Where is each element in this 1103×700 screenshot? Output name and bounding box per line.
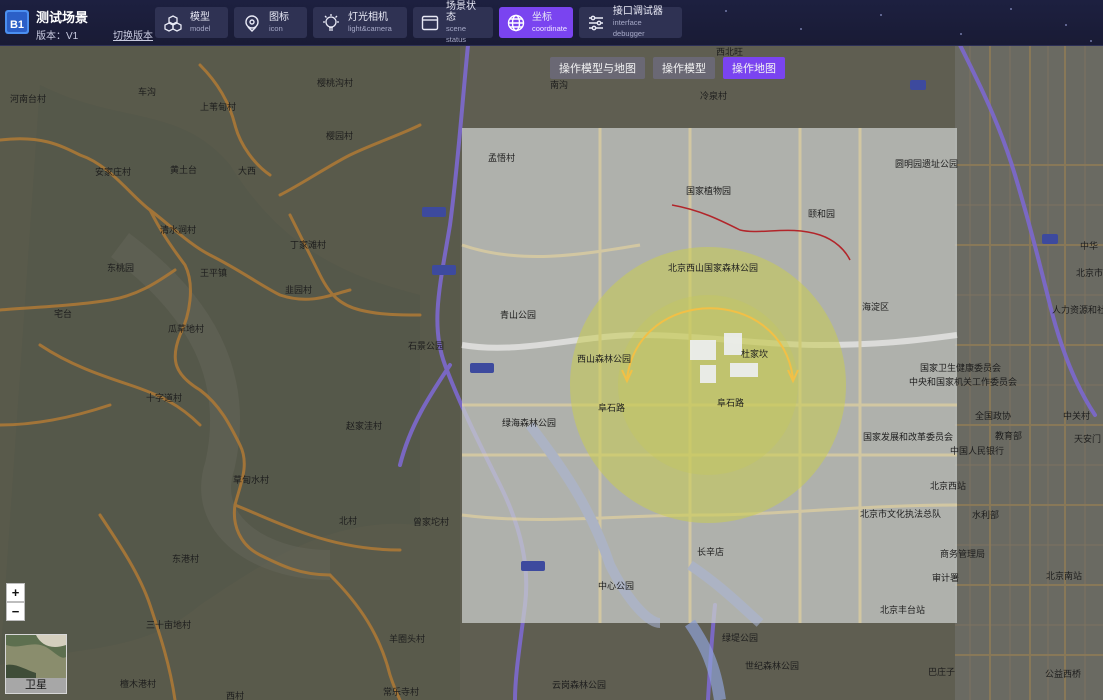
map-label: 西山森林公园 xyxy=(577,354,632,364)
scene-title: 测试场景 xyxy=(36,10,89,25)
tab-interface-debugger[interactable]: 接口调试器 interface debugger xyxy=(579,6,682,38)
window-icon xyxy=(421,13,439,33)
map-label: 北京市文化执法总队 xyxy=(860,509,942,519)
map-label: 中央和国家机关工作委员会 xyxy=(909,377,1018,387)
map-label: 海淀区 xyxy=(862,302,890,312)
map-label: 审计署 xyxy=(932,573,960,583)
map-label: 国家卫生健康委员会 xyxy=(920,363,1002,373)
map-label: 常乐寺村 xyxy=(383,687,420,697)
light-bulb-icon xyxy=(321,13,341,33)
operate-model-and-map-button[interactable]: 操作模型与地图 xyxy=(550,57,645,79)
map-label: 商务管理局 xyxy=(940,549,986,559)
map-canvas[interactable]: 河南台村 樱桃沟村 车沟 上苇甸村 樱园村 黄土台 大西 安家庄村 清水涧村 丁… xyxy=(0,45,1103,700)
satellite-layer-label: 卫星 xyxy=(6,678,66,693)
globe-icon xyxy=(507,13,525,33)
map-label: 绿海森林公园 xyxy=(502,418,557,428)
map-label: 北京西山国家森林公园 xyxy=(668,263,759,273)
map-label: 西村 xyxy=(226,691,245,700)
map-label: 云岗森林公园 xyxy=(552,680,607,690)
map-label: 教育部 xyxy=(995,431,1023,441)
map-label: 世纪森林公园 xyxy=(745,661,800,671)
map-label: 樱桃沟村 xyxy=(317,78,354,88)
map-label: 樱园村 xyxy=(326,131,354,141)
map-label: 东桃园 xyxy=(107,263,135,273)
tab-scene-status[interactable]: 场景状态 scene status xyxy=(413,1,493,44)
map-label: 瓜草地村 xyxy=(168,324,205,334)
map-label: 颐和园 xyxy=(808,209,836,219)
map-label: 北京西站 xyxy=(930,481,967,491)
satellite-thumbnail xyxy=(6,635,66,680)
tab-icon[interactable]: 图标 icon xyxy=(234,7,307,38)
cubes-icon xyxy=(163,13,183,33)
map-label: 全国政协 xyxy=(975,411,1012,421)
sliders-icon xyxy=(587,13,606,33)
map-label: 曾家坨村 xyxy=(413,517,450,527)
map-label: 石景公园 xyxy=(408,341,445,351)
map-label: 中国人民银行 xyxy=(950,446,1005,456)
zoom-control: + − xyxy=(6,583,25,621)
map-label: 上苇甸村 xyxy=(200,102,237,112)
zoom-out-button[interactable]: − xyxy=(6,602,25,621)
operate-map-button[interactable]: 操作地图 xyxy=(723,57,785,79)
map-label: 三十亩地村 xyxy=(146,620,192,630)
map-label: 阜石路 xyxy=(598,403,626,413)
main-tabs: 模型 model 图标 icon 灯光相机 light&camera 场景状态 … xyxy=(155,1,682,44)
map-label: 国家发展和改革委员会 xyxy=(863,432,954,442)
map-label: 安家庄村 xyxy=(95,167,132,177)
map-label: 天安门 xyxy=(1074,434,1102,444)
map-label: 草甸水村 xyxy=(233,475,270,485)
map-label: 黄土台 xyxy=(170,165,198,175)
map-label: 青山公园 xyxy=(500,310,537,320)
map-label: 羊圈头村 xyxy=(389,634,426,644)
map-pin-icon xyxy=(242,13,262,33)
map-label: 国家植物园 xyxy=(686,186,732,196)
map-label: 圆明园遗址公园 xyxy=(895,159,959,169)
map-label: 巴庄子 xyxy=(928,667,956,677)
map-label: 南沟 xyxy=(550,80,569,90)
version-label: 版本：V1 xyxy=(36,31,79,42)
map-label: 东港村 xyxy=(172,554,200,564)
map-label: 冷泉村 xyxy=(700,91,728,101)
svg-text:B1: B1 xyxy=(10,19,24,31)
map-label: 人力资源和社会保障部 xyxy=(1052,305,1103,315)
app-logo: B1 xyxy=(4,8,30,36)
map-label: 北村 xyxy=(339,516,358,526)
satellite-layer-toggle[interactable]: 卫星 xyxy=(5,634,67,694)
map-label: 北京市 xyxy=(1076,268,1103,278)
switch-version-link[interactable]: 切换版本 xyxy=(113,27,153,42)
map-label: 清水涧村 xyxy=(160,225,197,235)
tab-coordinate[interactable]: 坐标 coordinate xyxy=(499,7,573,38)
map-label: 中心公园 xyxy=(598,581,635,591)
map-label: 王平镇 xyxy=(200,268,228,278)
map-label: 车沟 xyxy=(138,87,157,97)
map-label: 韭园村 xyxy=(285,285,313,295)
zoom-in-button[interactable]: + xyxy=(6,583,25,602)
operation-mode-group: 操作模型与地图 操作模型 操作地图 xyxy=(550,57,785,79)
tab-light-camera[interactable]: 灯光相机 light&camera xyxy=(313,7,407,38)
map-label: 大西 xyxy=(238,166,257,176)
map-label: 中关村 xyxy=(1063,411,1091,421)
map-label: 公益西桥 xyxy=(1045,669,1082,679)
map-label: 北京南站 xyxy=(1046,571,1083,581)
tab-model[interactable]: 模型 model xyxy=(155,7,228,38)
map-label: 绿堤公园 xyxy=(722,633,759,643)
map-label: 赵家洼村 xyxy=(346,421,383,431)
map-label: 长辛店 xyxy=(697,547,725,557)
map-label: 孟悟村 xyxy=(488,153,516,163)
map-label: 阜石路 xyxy=(717,398,745,408)
map-label: 十字道村 xyxy=(146,393,183,403)
operate-model-button[interactable]: 操作模型 xyxy=(653,57,715,79)
map-label: 杜家坎 xyxy=(741,349,769,359)
map-label: 宅台 xyxy=(54,309,73,319)
map-label: 中华 xyxy=(1080,241,1099,251)
map-label: 丁家滩村 xyxy=(290,240,327,250)
top-bar: B1 测试场景 版本：V1 切换版本 模型 model 图标 icon 灯光相机… xyxy=(0,0,1103,46)
map-label: 檀木港村 xyxy=(120,679,157,689)
map-label: 河南台村 xyxy=(10,94,47,104)
map-label: 北京丰台站 xyxy=(880,605,926,615)
map-label: 水利部 xyxy=(972,510,1000,520)
